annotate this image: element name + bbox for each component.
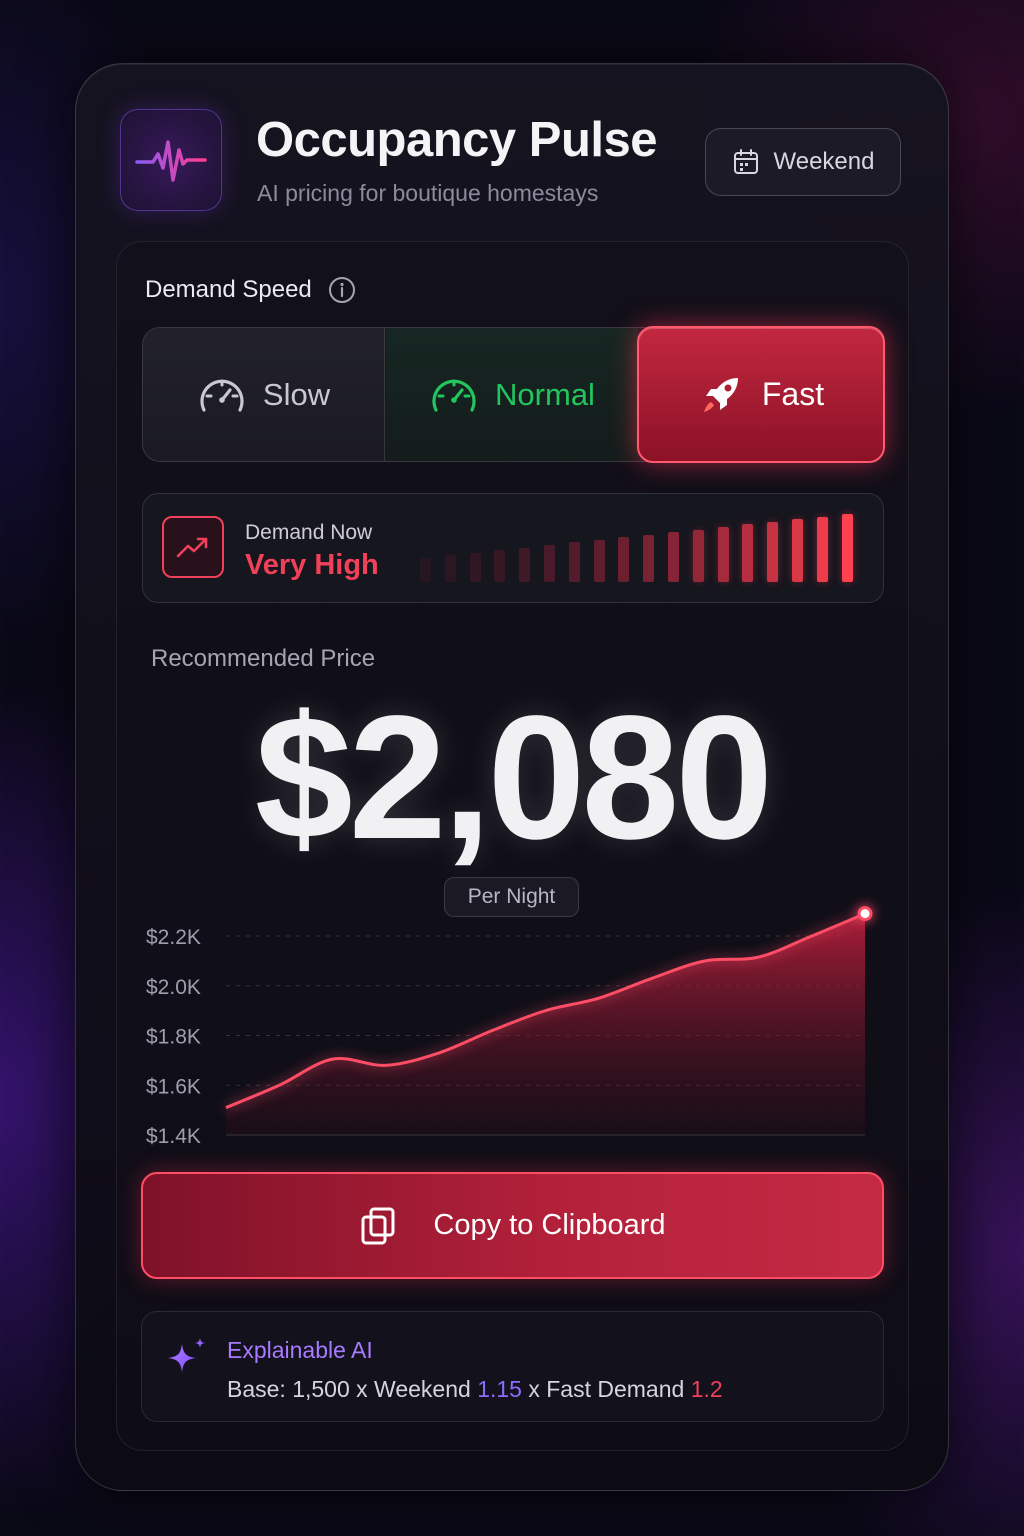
trend-up-icon bbox=[176, 537, 208, 558]
explainable-ai-title: Explainable AI bbox=[227, 1337, 373, 1363]
recommended-price-label: Recommended Price bbox=[151, 645, 376, 672]
y-tick-label: $1.6K bbox=[146, 1075, 201, 1098]
demand-level-bar bbox=[544, 545, 555, 582]
demand-level-bar bbox=[420, 558, 431, 582]
rocket-icon bbox=[703, 377, 738, 412]
demand-speed-title: Demand Speed bbox=[145, 276, 312, 303]
demand-level-bar bbox=[767, 521, 779, 582]
app-title: Occupancy Pulse bbox=[256, 113, 658, 167]
demand-level-bar bbox=[742, 524, 754, 582]
calendar-icon bbox=[733, 149, 758, 174]
copy-button-label: Copy to Clipboard bbox=[433, 1209, 666, 1241]
formula-base: Base: 1,500 x Weekend bbox=[227, 1376, 471, 1402]
demand-level-bars bbox=[420, 512, 860, 582]
trend-up-icon-box bbox=[162, 516, 224, 578]
speedometer-icon bbox=[200, 379, 244, 412]
demand-level-bar bbox=[618, 537, 630, 582]
speed-option-normal[interactable]: Normal bbox=[386, 328, 638, 461]
demand-level-bar bbox=[816, 516, 828, 582]
speed-option-slow[interactable]: Slow bbox=[143, 328, 385, 461]
demand-now-label: Demand Now bbox=[245, 521, 373, 544]
recommended-price-value: $2,080 bbox=[254, 680, 773, 876]
demand-level-bar bbox=[717, 526, 729, 582]
price-trend-chart: $2.2K $2.0K $1.8K $1.6K $1.4K bbox=[146, 906, 873, 1148]
y-tick-label: $1.8K bbox=[146, 1026, 201, 1049]
explainable-ai-panel bbox=[141, 1311, 884, 1422]
demand-level-bar bbox=[668, 532, 679, 582]
app-subtitle: AI pricing for boutique homestays bbox=[257, 180, 599, 206]
demand-level-bar bbox=[792, 519, 803, 582]
demand-level-bar bbox=[692, 529, 704, 582]
speedometer-icon bbox=[432, 379, 476, 412]
speed-option-fast[interactable]: Fast bbox=[637, 326, 885, 463]
demand-level-bar bbox=[593, 539, 605, 582]
speed-option-normal-label: Normal bbox=[495, 376, 595, 412]
price-area-fill bbox=[226, 913, 865, 1135]
period-button[interactable]: Weekend bbox=[705, 128, 901, 196]
demand-level-bar bbox=[469, 552, 481, 582]
pricing-formula: Base: 1,500 x Weekend 1.15 x Fast Demand… bbox=[227, 1376, 723, 1403]
demand-now-value: Very High bbox=[245, 549, 379, 581]
demand-level-bar bbox=[519, 547, 531, 582]
y-tick-label: $2.2K bbox=[146, 926, 201, 949]
speed-option-fast-label: Fast bbox=[761, 376, 825, 412]
demand-level-bar bbox=[568, 542, 580, 582]
copy-to-clipboard-button[interactable]: Copy to Clipboard bbox=[141, 1172, 884, 1279]
sparkle-icon bbox=[168, 1338, 205, 1372]
demand-level-bar bbox=[643, 534, 655, 582]
app-logo bbox=[120, 109, 222, 211]
demand-level-bar bbox=[444, 555, 456, 582]
copy-icon bbox=[361, 1207, 395, 1244]
y-tick-label: $1.4K bbox=[146, 1125, 201, 1148]
formula-weekend-multiplier: 1.15 bbox=[477, 1376, 522, 1402]
pulse-icon bbox=[135, 140, 207, 182]
demand-speed-label: Demand Speed bbox=[145, 276, 356, 304]
info-icon[interactable] bbox=[328, 276, 356, 304]
formula-demand-multiplier: 1.2 bbox=[690, 1376, 723, 1402]
y-tick-label: $2.0K bbox=[146, 976, 201, 999]
formula-demand-text: x Fast Demand bbox=[528, 1376, 685, 1402]
speed-option-slow-label: Slow bbox=[262, 376, 331, 412]
demand-level-bar bbox=[841, 514, 853, 582]
period-button-label: Weekend bbox=[773, 148, 875, 175]
demand-level-bar bbox=[494, 550, 506, 582]
chart-end-marker bbox=[857, 906, 873, 922]
